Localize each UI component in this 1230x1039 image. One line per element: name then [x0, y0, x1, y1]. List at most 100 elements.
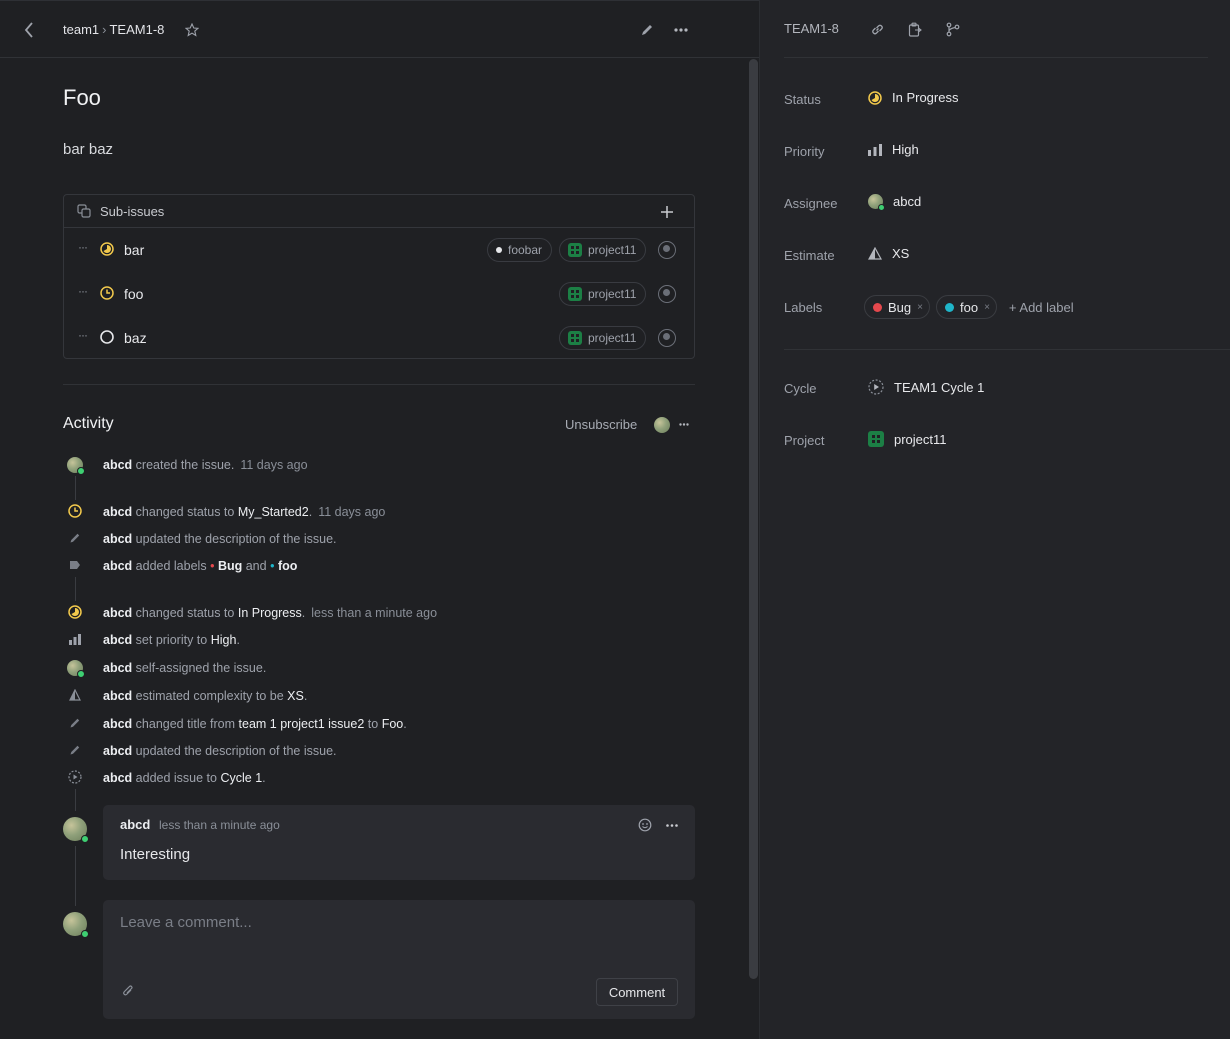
project-chip[interactable]: project11	[559, 238, 647, 262]
sub-issue-name[interactable]: foo	[124, 286, 143, 302]
event-end: .	[262, 771, 266, 785]
comment-more-icon[interactable]	[663, 816, 681, 834]
copy-link-icon[interactable]	[868, 20, 886, 38]
label-tag-icon	[67, 557, 83, 573]
event-value: XS	[287, 689, 304, 703]
event-user[interactable]: abcd	[103, 458, 132, 472]
event-value: Cycle 1	[220, 771, 263, 785]
event-time[interactable]: 11 days ago	[318, 505, 385, 519]
status-label: Status	[784, 92, 821, 107]
online-indicator	[878, 204, 885, 211]
sub-issue-row[interactable]: ··· bar foobar project11	[64, 228, 694, 272]
activity-more-icon[interactable]	[677, 417, 691, 431]
label-chip-bug[interactable]: Bug ×	[864, 295, 930, 319]
edit-icon	[67, 530, 83, 546]
event-user[interactable]: abcd	[103, 505, 132, 519]
status-started-icon[interactable]	[100, 286, 114, 300]
edit-icon	[67, 742, 83, 758]
assignee-avatar	[868, 194, 885, 211]
remove-label-icon[interactable]: ×	[984, 302, 990, 313]
label-name: Bug	[888, 299, 912, 315]
unassigned-avatar-icon[interactable]	[658, 329, 676, 347]
star-icon[interactable]	[183, 21, 201, 39]
comment-author[interactable]: abcd	[120, 817, 150, 832]
cycle-selector[interactable]: TEAM1 Cycle 1	[868, 379, 984, 395]
sub-issue-name[interactable]: bar	[124, 242, 144, 258]
git-branch-icon[interactable]	[944, 20, 962, 38]
estimate-label: Estimate	[784, 248, 835, 263]
issue-main-pane: team1 › TEAM1-8 Foo bar baz Sub-issues ···	[0, 0, 759, 1039]
event-end: .	[303, 689, 308, 703]
sub-issue-row[interactable]: ··· foo project11	[64, 272, 694, 316]
add-reaction-icon[interactable]	[636, 816, 654, 834]
copy-id-icon[interactable]	[906, 20, 924, 38]
event-user[interactable]: abcd	[103, 633, 132, 647]
event-end: .	[403, 717, 407, 731]
event-text: self-assigned the issue.	[135, 661, 267, 675]
event-user[interactable]: abcd	[103, 606, 132, 620]
label-dot	[496, 247, 502, 253]
event-user[interactable]: abcd	[103, 661, 132, 675]
project-chip[interactable]: project11	[559, 326, 647, 350]
event-user[interactable]: abcd	[103, 717, 132, 731]
unassigned-avatar-icon[interactable]	[658, 241, 676, 259]
issue-description[interactable]: bar baz	[63, 141, 113, 158]
status-started-icon	[67, 503, 83, 519]
drag-handle-icon[interactable]: ···	[78, 328, 88, 342]
sidebar-divider	[784, 57, 1208, 58]
more-options-icon[interactable]	[672, 21, 690, 39]
estimate-icon	[67, 687, 83, 703]
event-time[interactable]: less than a minute ago	[311, 606, 437, 620]
status-todo-icon[interactable]	[100, 330, 114, 344]
status-selector[interactable]: In Progress	[868, 90, 958, 105]
event-user[interactable]: abcd	[103, 771, 132, 785]
event-mid: to	[367, 717, 379, 731]
project-chip[interactable]: project11	[559, 282, 647, 306]
label-chip-foo[interactable]: foo ×	[935, 295, 997, 319]
drag-handle-icon[interactable]: ···	[78, 240, 88, 254]
event-user[interactable]: abcd	[103, 532, 132, 546]
remove-label-icon[interactable]: ×	[917, 302, 923, 313]
event-user[interactable]: abcd	[103, 689, 132, 703]
breadcrumb-issue-id[interactable]: TEAM1-8	[109, 22, 164, 37]
user-avatar[interactable]	[67, 457, 85, 475]
issue-title[interactable]: Foo	[63, 85, 101, 111]
estimate-selector[interactable]: XS	[868, 246, 909, 261]
unsubscribe-button[interactable]: Unsubscribe	[565, 417, 637, 432]
priority-selector[interactable]: High	[868, 142, 919, 157]
unassigned-avatar-icon[interactable]	[658, 285, 676, 303]
back-icon[interactable]	[20, 20, 38, 40]
scrollbar[interactable]	[749, 59, 758, 979]
subscriber-avatar[interactable]	[654, 417, 670, 433]
status-in-progress-icon[interactable]	[100, 242, 114, 256]
edit-icon[interactable]	[638, 21, 656, 39]
project-icon	[568, 243, 582, 257]
event-text: updated the description of the issue.	[135, 532, 337, 546]
breadcrumb-team[interactable]: team1	[63, 22, 99, 37]
sub-issue-name[interactable]: baz	[124, 330, 147, 346]
event-text: estimated complexity to be	[135, 689, 284, 703]
comment-author-avatar[interactable]	[63, 817, 89, 843]
attachment-icon[interactable]	[120, 983, 136, 999]
assignee-selector[interactable]: abcd	[868, 194, 922, 211]
project-selector[interactable]: project11	[868, 431, 947, 447]
drag-handle-icon[interactable]: ···	[78, 284, 88, 298]
add-label-button[interactable]: + Add label	[1009, 300, 1074, 315]
event-user[interactable]: abcd	[103, 559, 132, 573]
event-time[interactable]: 11 days ago	[240, 458, 307, 472]
event-text: changed status to	[135, 606, 235, 620]
project-icon	[868, 431, 884, 447]
comment-time[interactable]: less than a minute ago	[159, 818, 280, 832]
project-name: project11	[588, 287, 637, 301]
assignee-value: abcd	[893, 194, 922, 209]
comment-input[interactable]	[120, 914, 680, 954]
event-user[interactable]: abcd	[103, 744, 132, 758]
sub-issue-row[interactable]: ··· baz project11	[64, 316, 694, 360]
add-sub-issue-icon[interactable]	[658, 203, 676, 221]
event-text: changed title from	[135, 717, 236, 731]
label-chip[interactable]: foobar	[487, 238, 553, 262]
user-avatar[interactable]	[67, 660, 85, 678]
estimate-icon	[868, 247, 882, 260]
submit-comment-button[interactable]: Comment	[596, 978, 678, 1006]
activity-event: abcd set priority to High.	[103, 633, 240, 647]
